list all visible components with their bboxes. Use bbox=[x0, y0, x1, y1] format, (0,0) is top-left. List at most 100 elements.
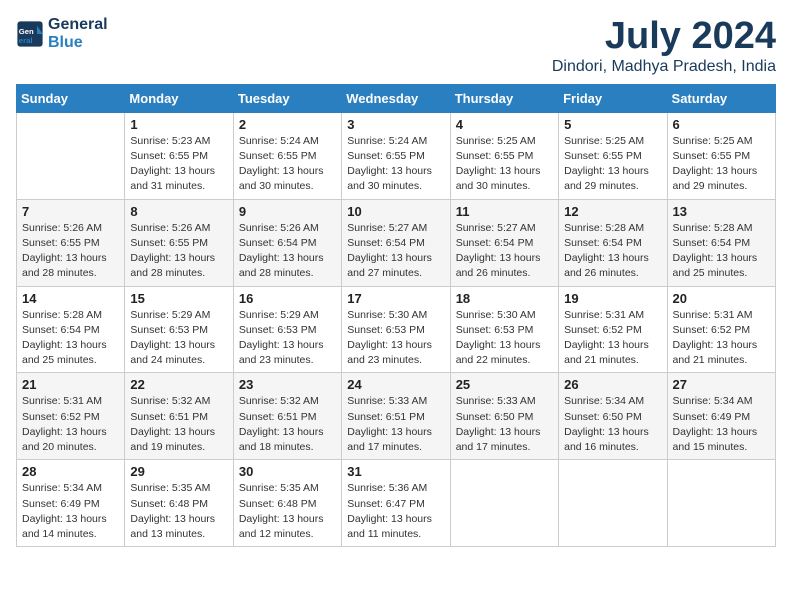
day-number: 28 bbox=[22, 464, 119, 479]
day-info: Sunrise: 5:26 AM Sunset: 6:54 PM Dayligh… bbox=[239, 221, 336, 282]
month-title: July 2024 bbox=[552, 16, 776, 58]
weekday-header-cell: Sunday bbox=[17, 84, 125, 112]
svg-text:eral: eral bbox=[19, 36, 33, 45]
day-info: Sunrise: 5:23 AM Sunset: 6:55 PM Dayligh… bbox=[130, 134, 227, 195]
day-info: Sunrise: 5:32 AM Sunset: 6:51 PM Dayligh… bbox=[239, 394, 336, 455]
calendar-cell: 22 Sunrise: 5:32 AM Sunset: 6:51 PM Dayli… bbox=[125, 373, 233, 460]
calendar-week-row: 28 Sunrise: 5:34 AM Sunset: 6:49 PM Dayli… bbox=[17, 460, 776, 547]
day-number: 18 bbox=[456, 291, 553, 306]
day-number: 13 bbox=[673, 204, 770, 219]
day-number: 29 bbox=[130, 464, 227, 479]
calendar-cell: 20 Sunrise: 5:31 AM Sunset: 6:52 PM Dayli… bbox=[667, 286, 775, 373]
day-info: Sunrise: 5:28 AM Sunset: 6:54 PM Dayligh… bbox=[22, 308, 119, 369]
day-number: 23 bbox=[239, 377, 336, 392]
day-info: Sunrise: 5:35 AM Sunset: 6:48 PM Dayligh… bbox=[130, 481, 227, 542]
day-info: Sunrise: 5:31 AM Sunset: 6:52 PM Dayligh… bbox=[564, 308, 661, 369]
calendar-cell: 13 Sunrise: 5:28 AM Sunset: 6:54 PM Dayli… bbox=[667, 199, 775, 286]
calendar-cell: 19 Sunrise: 5:31 AM Sunset: 6:52 PM Dayli… bbox=[559, 286, 667, 373]
calendar-cell: 5 Sunrise: 5:25 AM Sunset: 6:55 PM Daylig… bbox=[559, 112, 667, 199]
day-number: 3 bbox=[347, 117, 444, 132]
weekday-header-cell: Thursday bbox=[450, 84, 558, 112]
day-info: Sunrise: 5:25 AM Sunset: 6:55 PM Dayligh… bbox=[564, 134, 661, 195]
weekday-header-cell: Saturday bbox=[667, 84, 775, 112]
calendar-cell: 9Sunrise: 5:26 AM Sunset: 6:54 PM Daylig… bbox=[233, 199, 341, 286]
day-number: 8 bbox=[130, 204, 227, 219]
day-number: 10 bbox=[347, 204, 444, 219]
day-info: Sunrise: 5:25 AM Sunset: 6:55 PM Dayligh… bbox=[456, 134, 553, 195]
day-info: Sunrise: 5:30 AM Sunset: 6:53 PM Dayligh… bbox=[456, 308, 553, 369]
location-title: Dindori, Madhya Pradesh, India bbox=[552, 58, 776, 76]
day-info: Sunrise: 5:32 AM Sunset: 6:51 PM Dayligh… bbox=[130, 394, 227, 455]
day-number: 12 bbox=[564, 204, 661, 219]
day-info: Sunrise: 5:34 AM Sunset: 6:49 PM Dayligh… bbox=[22, 481, 119, 542]
svg-text:Gen: Gen bbox=[19, 27, 34, 36]
day-info: Sunrise: 5:33 AM Sunset: 6:51 PM Dayligh… bbox=[347, 394, 444, 455]
header: Gen eral General Blue July 2024 Dindori,… bbox=[16, 16, 776, 76]
day-number: 19 bbox=[564, 291, 661, 306]
day-number: 22 bbox=[130, 377, 227, 392]
calendar-cell bbox=[559, 460, 667, 547]
weekday-header-cell: Wednesday bbox=[342, 84, 450, 112]
day-info: Sunrise: 5:29 AM Sunset: 6:53 PM Dayligh… bbox=[130, 308, 227, 369]
day-info: Sunrise: 5:24 AM Sunset: 6:55 PM Dayligh… bbox=[347, 134, 444, 195]
day-number: 26 bbox=[564, 377, 661, 392]
weekday-header-row: SundayMondayTuesdayWednesdayThursdayFrid… bbox=[17, 84, 776, 112]
day-info: Sunrise: 5:25 AM Sunset: 6:55 PM Dayligh… bbox=[673, 134, 770, 195]
calendar-cell: 14Sunrise: 5:28 AM Sunset: 6:54 PM Dayli… bbox=[17, 286, 125, 373]
day-number: 5 bbox=[564, 117, 661, 132]
day-info: Sunrise: 5:30 AM Sunset: 6:53 PM Dayligh… bbox=[347, 308, 444, 369]
calendar-cell: 16 Sunrise: 5:29 AM Sunset: 6:53 PM Dayli… bbox=[233, 286, 341, 373]
day-info: Sunrise: 5:27 AM Sunset: 6:54 PM Dayligh… bbox=[347, 221, 444, 282]
day-number: 21 bbox=[22, 377, 119, 392]
logo-line2: Blue bbox=[48, 34, 108, 52]
day-info: Sunrise: 5:31 AM Sunset: 6:52 PM Dayligh… bbox=[673, 308, 770, 369]
day-info: Sunrise: 5:34 AM Sunset: 6:50 PM Dayligh… bbox=[564, 394, 661, 455]
day-number: 7 bbox=[22, 204, 119, 219]
calendar-cell: 24 Sunrise: 5:33 AM Sunset: 6:51 PM Dayli… bbox=[342, 373, 450, 460]
day-info: Sunrise: 5:34 AM Sunset: 6:49 PM Dayligh… bbox=[673, 394, 770, 455]
calendar-cell: 21 Sunrise: 5:31 AM Sunset: 6:52 PM Dayli… bbox=[17, 373, 125, 460]
calendar-cell: 8Sunrise: 5:26 AM Sunset: 6:55 PM Daylig… bbox=[125, 199, 233, 286]
day-info: Sunrise: 5:26 AM Sunset: 6:55 PM Dayligh… bbox=[22, 221, 119, 282]
day-info: Sunrise: 5:31 AM Sunset: 6:52 PM Dayligh… bbox=[22, 394, 119, 455]
day-number: 16 bbox=[239, 291, 336, 306]
day-number: 20 bbox=[673, 291, 770, 306]
calendar-cell: 18 Sunrise: 5:30 AM Sunset: 6:53 PM Dayli… bbox=[450, 286, 558, 373]
day-info: Sunrise: 5:29 AM Sunset: 6:53 PM Dayligh… bbox=[239, 308, 336, 369]
calendar-week-row: 21 Sunrise: 5:31 AM Sunset: 6:52 PM Dayli… bbox=[17, 373, 776, 460]
calendar-cell: 10 Sunrise: 5:27 AM Sunset: 6:54 PM Dayli… bbox=[342, 199, 450, 286]
day-number: 17 bbox=[347, 291, 444, 306]
calendar-cell bbox=[667, 460, 775, 547]
calendar-table: SundayMondayTuesdayWednesdayThursdayFrid… bbox=[16, 84, 776, 547]
calendar-cell: 30Sunrise: 5:35 AM Sunset: 6:48 PM Dayli… bbox=[233, 460, 341, 547]
calendar-cell: 1Sunrise: 5:23 AM Sunset: 6:55 PM Daylig… bbox=[125, 112, 233, 199]
calendar-cell: 31 Sunrise: 5:36 AM Sunset: 6:47 PM Dayli… bbox=[342, 460, 450, 547]
calendar-cell: 7 Sunrise: 5:26 AM Sunset: 6:55 PM Daylig… bbox=[17, 199, 125, 286]
day-number: 6 bbox=[673, 117, 770, 132]
calendar-cell: 17 Sunrise: 5:30 AM Sunset: 6:53 PM Dayli… bbox=[342, 286, 450, 373]
day-number: 11 bbox=[456, 204, 553, 219]
calendar-cell: 25Sunrise: 5:33 AM Sunset: 6:50 PM Dayli… bbox=[450, 373, 558, 460]
day-number: 27 bbox=[673, 377, 770, 392]
day-number: 2 bbox=[239, 117, 336, 132]
weekday-header-cell: Friday bbox=[559, 84, 667, 112]
day-number: 15 bbox=[130, 291, 227, 306]
calendar-cell: 28 Sunrise: 5:34 AM Sunset: 6:49 PM Dayli… bbox=[17, 460, 125, 547]
day-number: 25 bbox=[456, 377, 553, 392]
day-info: Sunrise: 5:36 AM Sunset: 6:47 PM Dayligh… bbox=[347, 481, 444, 542]
day-info: Sunrise: 5:28 AM Sunset: 6:54 PM Dayligh… bbox=[564, 221, 661, 282]
day-info: Sunrise: 5:28 AM Sunset: 6:54 PM Dayligh… bbox=[673, 221, 770, 282]
weekday-header-cell: Tuesday bbox=[233, 84, 341, 112]
logo: Gen eral General Blue bbox=[16, 16, 108, 51]
calendar-cell bbox=[17, 112, 125, 199]
calendar-cell: 12 Sunrise: 5:28 AM Sunset: 6:54 PM Dayli… bbox=[559, 199, 667, 286]
title-area: July 2024 Dindori, Madhya Pradesh, India bbox=[552, 16, 776, 76]
calendar-cell: 23 Sunrise: 5:32 AM Sunset: 6:51 PM Dayli… bbox=[233, 373, 341, 460]
day-number: 31 bbox=[347, 464, 444, 479]
day-number: 30 bbox=[239, 464, 336, 479]
calendar-cell: 11Sunrise: 5:27 AM Sunset: 6:54 PM Dayli… bbox=[450, 199, 558, 286]
day-number: 24 bbox=[347, 377, 444, 392]
calendar-cell: 4Sunrise: 5:25 AM Sunset: 6:55 PM Daylig… bbox=[450, 112, 558, 199]
calendar-cell: 15 Sunrise: 5:29 AM Sunset: 6:53 PM Dayli… bbox=[125, 286, 233, 373]
calendar-cell: 3 Sunrise: 5:24 AM Sunset: 6:55 PM Daylig… bbox=[342, 112, 450, 199]
